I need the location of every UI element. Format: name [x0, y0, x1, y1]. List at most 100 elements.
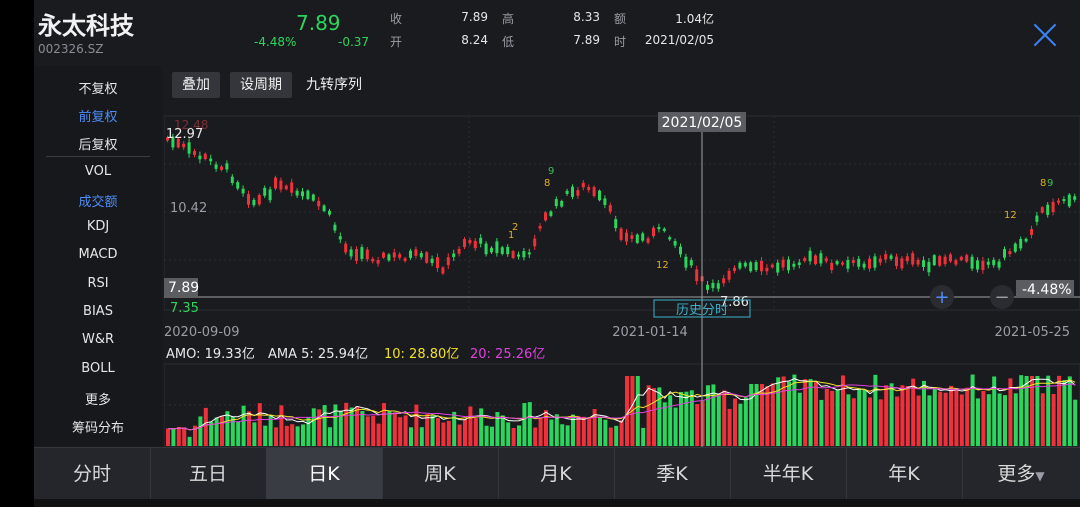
- candlestick-series: [166, 133, 1077, 294]
- sidebar-item-backward-adjust[interactable]: 后复权: [34, 134, 162, 153]
- tab-monthly-k[interactable]: 月K: [498, 448, 615, 500]
- candle-body: [1003, 249, 1006, 258]
- candle-body: [274, 177, 277, 189]
- sidebar-item-no-adjust[interactable]: 不复权: [34, 78, 162, 97]
- nine-turn-button[interactable]: 九转序列: [306, 72, 362, 98]
- candle-body: [797, 262, 801, 266]
- candle-body: [770, 264, 774, 268]
- amount-bar: [846, 394, 851, 446]
- candle-body: [684, 256, 688, 268]
- close-label: 收: [390, 12, 403, 26]
- tab-five-day[interactable]: 五日: [150, 448, 267, 500]
- sidebar-item-bias[interactable]: BIAS: [34, 304, 162, 319]
- time-value: 2021/02/05: [644, 33, 714, 47]
- candle-body: [182, 143, 186, 148]
- candle-body: [436, 257, 439, 269]
- amount-bar: [225, 411, 230, 446]
- amount-bar: [479, 408, 484, 446]
- candle-body: [203, 153, 207, 160]
- candle-body: [279, 180, 283, 190]
- candle-body: [333, 224, 337, 231]
- sidebar-item-chip-distribution[interactable]: 筹码分布: [34, 417, 162, 436]
- candle-body: [668, 237, 672, 240]
- cursor-date-label: 2021/02/05: [662, 115, 743, 131]
- amount-bar: [776, 377, 781, 446]
- tab-half-year-k[interactable]: 半年K: [730, 448, 847, 500]
- sidebar-item-boll[interactable]: BOLL: [34, 361, 162, 376]
- nine-turn-mark: 8: [544, 178, 550, 189]
- candle-body: [506, 246, 510, 255]
- price-mid-label: 10.42: [170, 201, 207, 216]
- amount-bar: [1013, 393, 1018, 446]
- amount-bar: [176, 427, 181, 446]
- kline-screen: 永太科技 002326.SZ 7.89 -4.48% -0.37 收 7.89 …: [34, 0, 1080, 507]
- amount-bar: [371, 415, 376, 446]
- candle-body: [392, 252, 396, 258]
- amount-bar: [544, 410, 548, 446]
- candle-body: [452, 253, 456, 258]
- amount-bar: [851, 398, 856, 446]
- amount-bar: [922, 380, 926, 446]
- candle-body: [738, 262, 742, 269]
- tab-yearly-k[interactable]: 年K: [846, 448, 963, 500]
- candle-body: [257, 195, 261, 205]
- tab-more[interactable]: 更多▼: [962, 448, 1080, 500]
- amount-bar: [414, 404, 419, 446]
- amount-bar: [430, 415, 435, 446]
- candle-body: [911, 253, 915, 265]
- amount-bar: [835, 389, 840, 446]
- tab-daily-k[interactable]: 日K: [266, 448, 383, 500]
- tab-quarterly-k[interactable]: 季K: [614, 448, 731, 500]
- kline-chart[interactable]: 2021/02/05 7.89 -4.48% 12.48 12.97 10.42…: [164, 108, 1080, 448]
- tab-weekly-k[interactable]: 周K: [382, 448, 499, 500]
- amount-label: 额: [614, 12, 627, 26]
- amount-bar: [581, 416, 586, 446]
- sidebar-item-macd[interactable]: MACD: [34, 247, 162, 262]
- candle-body: [1024, 238, 1028, 242]
- amount-bar: [1062, 379, 1067, 446]
- stock-name: 永太科技: [38, 12, 134, 40]
- bottom-strip: [34, 499, 1080, 507]
- candle-body: [549, 211, 553, 216]
- sidebar-item-vol[interactable]: VOL: [34, 164, 162, 179]
- candle-body: [689, 260, 693, 266]
- candle-body: [322, 205, 326, 212]
- candle-body: [970, 256, 974, 269]
- amount-bar: [614, 425, 619, 446]
- sidebar-item-rsi[interactable]: RSI: [34, 276, 162, 291]
- sidebar-item-more[interactable]: 更多: [34, 389, 162, 408]
- candle-body: [862, 263, 866, 268]
- candle-body: [209, 158, 213, 162]
- amount-bar: [830, 390, 835, 446]
- candle-body: [1019, 239, 1023, 249]
- candle-body: [954, 260, 958, 265]
- set-period-button[interactable]: 设周期: [230, 72, 292, 98]
- sidebar-item-amount[interactable]: 成交额: [34, 191, 162, 210]
- time-label: 时: [614, 35, 627, 49]
- amount-bar: [214, 417, 219, 446]
- amount-bar: [738, 403, 743, 446]
- amount-bar: [538, 418, 543, 446]
- close-icon[interactable]: [1032, 22, 1058, 48]
- amount-bar: [635, 376, 640, 446]
- candle-body: [916, 259, 920, 265]
- amount-bar: [171, 429, 176, 446]
- candle-body: [230, 176, 234, 183]
- amount-bar: [349, 407, 354, 446]
- amount-bar: [814, 380, 818, 446]
- overlay-button[interactable]: 叠加: [172, 72, 220, 98]
- sidebar-item-wr[interactable]: W&R: [34, 332, 162, 347]
- candle-body: [409, 250, 412, 258]
- sidebar-item-forward-adjust[interactable]: 前复权: [34, 106, 162, 125]
- amount-bar: [549, 419, 554, 446]
- indicator-sidebar: 不复权 前复权 后复权 VOL 成交额 KDJ MACD RSI BIAS W&…: [34, 66, 162, 446]
- amount-bar: [695, 404, 700, 446]
- candle-body: [997, 261, 1001, 268]
- amount-bar: [560, 424, 565, 446]
- sidebar-item-kdj[interactable]: KDJ: [34, 219, 162, 234]
- amount-value: 1.04亿: [675, 12, 714, 26]
- tab-intraday[interactable]: 分时: [34, 448, 151, 500]
- amount-bar: [268, 415, 273, 446]
- candle-body: [587, 187, 591, 191]
- candle-body: [376, 260, 380, 264]
